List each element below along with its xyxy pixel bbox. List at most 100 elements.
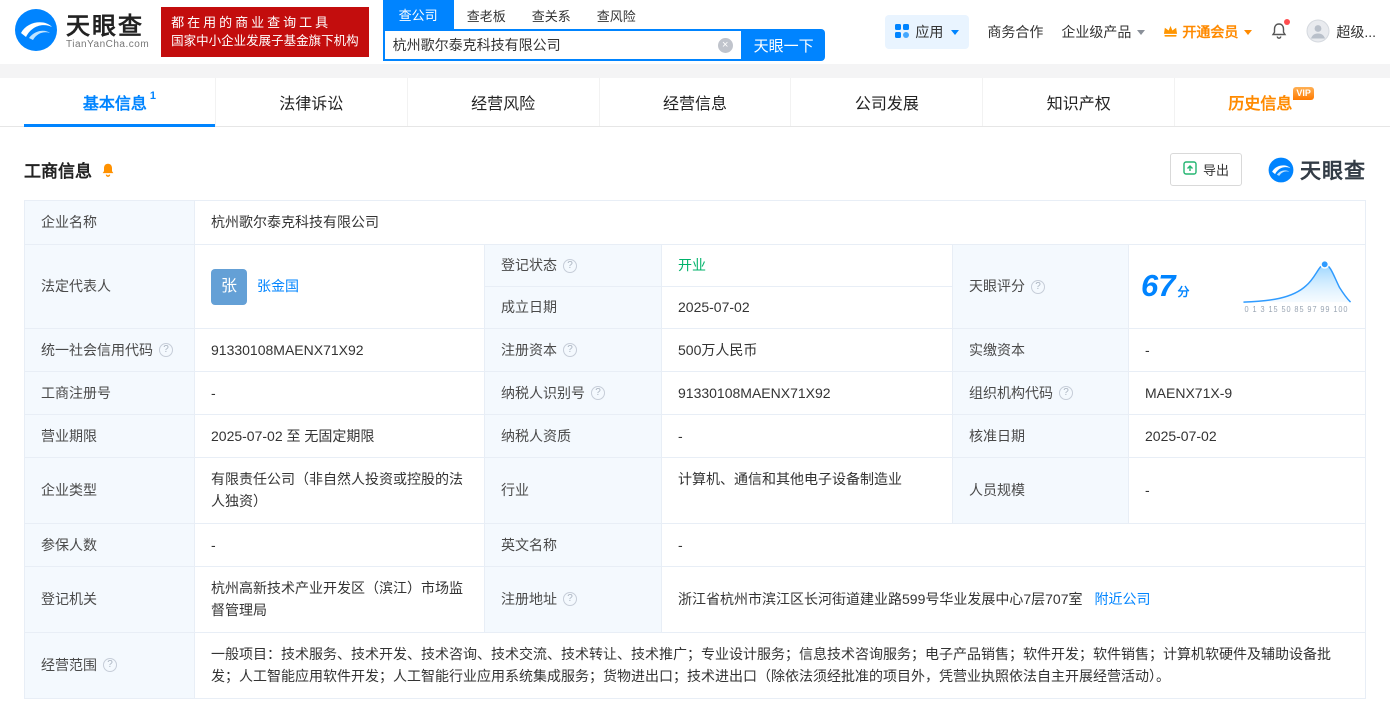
field-label-approval-date: 核准日期 [953, 415, 1129, 458]
promo-line-2: 国家中小企业发展子基金旗下机构 [171, 34, 359, 49]
nearby-companies-link[interactable]: 附近公司 [1095, 588, 1151, 610]
chevron-down-icon [1137, 29, 1146, 35]
field-value-taxpayer-quality: - [662, 415, 953, 458]
nav-apps[interactable]: 应用 [885, 15, 970, 49]
field-value-company-name: 杭州歌尔泰克科技有限公司 [195, 201, 1366, 245]
tianyancha-logo[interactable]: 天眼查 TianYanCha.com [14, 8, 149, 57]
field-label-org-code: 组织机构代码 [953, 372, 1129, 415]
search-tab-relation[interactable]: 查关系 [519, 2, 584, 29]
monitor-bell-icon[interactable] [100, 162, 116, 178]
help-icon[interactable] [1059, 386, 1073, 400]
business-info-table: 企业名称 杭州歌尔泰克科技有限公司 法定代表人 张 张金国 登记状态 开业 天眼… [24, 200, 1366, 699]
nav-cooperation[interactable]: 商务合作 [987, 22, 1043, 42]
tab-basic-info-label: 基本信息 [82, 96, 147, 113]
search-tab-risk[interactable]: 查风险 [584, 2, 649, 29]
field-value-reg-authority: 杭州高新技术产业开发区（滨江）市场监督管理局 [195, 566, 485, 633]
legal-rep-avatar[interactable]: 张 [211, 268, 247, 305]
help-icon[interactable] [1031, 279, 1045, 294]
field-label-taxpayer-id: 纳税人识别号 [485, 372, 662, 415]
field-label-staff-size: 人员规模 [953, 458, 1129, 524]
user-account[interactable]: 超级... [1306, 19, 1376, 46]
taxpayer-id-label-text: 纳税人识别号 [501, 384, 585, 401]
chevron-down-icon [1244, 29, 1253, 35]
promo-banner: 都在用的商业查询工具 国家中小企业发展子基金旗下机构 [161, 6, 369, 58]
reg-address-label-text: 注册地址 [501, 591, 557, 608]
field-value-insured: - [195, 523, 485, 567]
page-divider [0, 64, 1390, 78]
business-scope-label-text: 经营范围 [41, 656, 97, 673]
brand-domain: TianYanCha.com [66, 39, 150, 51]
legal-rep-name-link[interactable]: 张金国 [257, 275, 299, 297]
field-label-business-term: 营业期限 [25, 415, 195, 458]
clear-search-icon[interactable] [717, 37, 733, 53]
search-button[interactable]: 天眼一下 [742, 29, 825, 61]
export-label: 导出 [1202, 163, 1229, 178]
field-label-industry: 行业 [485, 458, 662, 524]
field-value-business-scope: 一般项目：技术服务、技术开发、技术咨询、技术交流、技术转让、技术推广；专业设计服… [195, 632, 1366, 699]
reg-capital-label-text: 注册资本 [501, 341, 557, 358]
section-title: 工商信息 [24, 162, 92, 181]
notification-bell[interactable] [1270, 18, 1291, 43]
field-value-org-code: MAENX71X-9 [1129, 372, 1366, 415]
tab-history-info[interactable]: 历史信息 VIP [1174, 78, 1366, 126]
section-header: 工商信息 导出 天眼查 [24, 153, 1366, 186]
field-label-business-scope: 经营范围 [25, 632, 195, 699]
score-unit: 分 [1177, 285, 1190, 300]
field-label-reg-authority: 登记机关 [25, 566, 195, 633]
tab-operating-info[interactable]: 经营信息 [598, 78, 791, 126]
help-icon[interactable] [563, 343, 577, 357]
bell-icon [1270, 22, 1288, 43]
tab-legal-litigation[interactable]: 法律诉讼 [214, 78, 407, 126]
tab-intellectual-property[interactable]: 知识产权 [982, 78, 1174, 126]
field-label-company-name: 企业名称 [25, 201, 195, 245]
field-value-establish-date: 2025-07-02 [662, 287, 953, 329]
crown-icon [1163, 24, 1178, 41]
search-input[interactable] [384, 37, 718, 53]
score-distribution-chart: 0 1 3 15 50 85 97 99 100 [1240, 256, 1353, 317]
credit-code-label-text: 统一社会信用代码 [41, 341, 153, 358]
field-value-paid-capital: - [1129, 329, 1366, 372]
tab-company-development[interactable]: 公司发展 [790, 78, 982, 126]
nav-enterprise[interactable]: 企业级产品 [1061, 22, 1146, 42]
field-value-industry: 计算机、通信和其他电子设备制造业 [662, 458, 953, 524]
search-tab-company[interactable]: 查公司 [382, 0, 454, 29]
field-label-reg-status: 登记状态 [485, 245, 662, 287]
tab-operating-risk[interactable]: 经营风险 [406, 78, 599, 126]
field-value-reg-number: - [195, 372, 485, 415]
help-icon[interactable] [563, 592, 577, 607]
main-content: 工商信息 导出 天眼查 企业名称 杭州歌尔泰克科技有限公司 法定代表人 张 张金… [0, 153, 1390, 699]
field-label-legal-rep: 法定代表人 [25, 245, 195, 329]
field-value-legal-rep: 张 张金国 [195, 245, 485, 329]
watermark-logo: 天眼查 [1268, 155, 1366, 185]
reg-status-label-text: 登记状态 [501, 257, 557, 274]
field-label-reg-capital: 注册资本 [485, 329, 662, 372]
vip-badge: VIP [1293, 86, 1314, 100]
export-button[interactable]: 导出 [1169, 153, 1242, 186]
help-icon[interactable] [563, 258, 577, 273]
company-tabbar: 基本信息 1 法律诉讼 经营风险 经营信息 公司发展 知识产权 历史信息 VIP [0, 78, 1390, 127]
score-value: 67 [1141, 268, 1176, 304]
field-value-reg-capital: 500万人民币 [662, 329, 953, 372]
field-value-reg-address: 浙江省杭州市滨江区长河街道建业路599号华业发展中心7层707室 附近公司 [662, 566, 1366, 633]
help-icon[interactable] [591, 386, 605, 400]
field-label-reg-address: 注册地址 [485, 566, 662, 633]
help-icon[interactable] [103, 658, 117, 673]
field-label-score: 天眼评分 [953, 245, 1129, 329]
field-value-business-term: 2025-07-02 至 无固定期限 [195, 415, 485, 458]
nav-open-vip[interactable]: 开通会员 [1163, 22, 1253, 42]
nav-open-vip-label: 开通会员 [1182, 24, 1239, 40]
status-badge: 开业 [678, 257, 706, 274]
brand-name: 天眼查 [66, 12, 144, 40]
apps-grid-icon [895, 23, 910, 41]
tab-basic-info[interactable]: 基本信息 1 [24, 78, 215, 127]
score-number: 67 分 [1141, 270, 1190, 302]
search-tab-boss[interactable]: 查老板 [454, 2, 519, 29]
help-icon[interactable] [159, 343, 173, 357]
reg-address-text: 浙江省杭州市滨江区长河街道建业路599号华业发展中心7层707室 [678, 591, 1083, 608]
search-box [382, 29, 743, 61]
field-label-company-type: 企业类型 [25, 458, 195, 524]
watermark-logo-icon [1268, 157, 1294, 182]
score-axis-ticks: 0 1 3 15 50 85 97 99 100 [1244, 305, 1349, 315]
field-value-approval-date: 2025-07-02 [1129, 415, 1366, 458]
field-label-paid-capital: 实缴资本 [953, 329, 1129, 372]
